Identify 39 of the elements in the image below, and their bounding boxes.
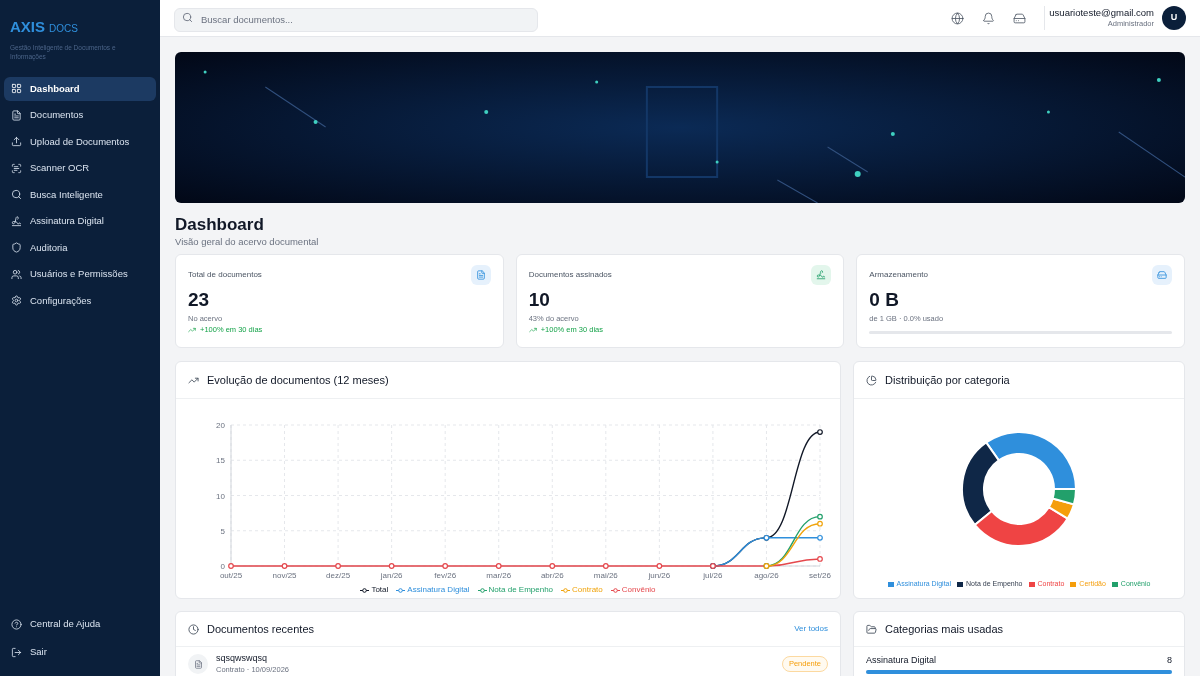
axis-label: 15 — [216, 456, 225, 466]
card-title: Distribuição por categoria — [885, 372, 1010, 388]
card-title: Categorias mais usadas — [885, 621, 1003, 637]
axis-label: mar/26 — [486, 571, 512, 580]
brand-suffix: DOCS — [49, 22, 78, 36]
category-count: 8 — [1167, 654, 1172, 667]
legend-item: Nota de Empenho — [477, 584, 554, 596]
axis-label: nov/25 — [272, 571, 297, 580]
stat-label: Total de documentos — [188, 269, 262, 281]
legend-item: Assinatura Digital — [396, 584, 470, 596]
stat-label: Documentos assinados — [528, 269, 612, 281]
legend-item: Contrato — [561, 584, 603, 596]
axis-label: 0 — [220, 562, 225, 571]
axis-label: out/25 — [219, 571, 243, 580]
axis-label: abr/26 — [540, 571, 564, 580]
axis-label: set/26 — [809, 571, 831, 580]
axis-label: fev/26 — [434, 571, 457, 580]
user-email: usuarioteste@gmail.com — [1049, 7, 1154, 18]
page-subtitle: Visão geral do acervo documental — [175, 236, 320, 248]
brand-name: AXIS — [10, 17, 45, 37]
stat-value: 0 B — [869, 289, 900, 311]
axis-label: 20 — [216, 421, 225, 430]
stat-value: 23 — [188, 289, 211, 311]
page-title: Dashboard — [175, 214, 265, 236]
card-title: Evolução de documentos (12 meses) — [207, 372, 389, 388]
axis-label: dez/25 — [326, 571, 351, 580]
axis-label: jan/26 — [380, 571, 403, 580]
category-name: Assinatura Digital — [866, 654, 937, 667]
axis-label: jul/26 — [703, 571, 723, 580]
axis-label: 10 — [216, 491, 225, 501]
legend-item: Convênio — [610, 584, 656, 596]
stat-value: 10 — [528, 289, 551, 311]
card-title: Documentos recentes — [207, 621, 314, 637]
axis-label: ago/26 — [754, 571, 779, 580]
axis-label: jun/26 — [648, 571, 671, 580]
axis-label: 5 — [220, 526, 225, 536]
axis-label: mai/26 — [593, 571, 618, 580]
legend-item: Total — [360, 584, 389, 596]
stat-label: Armazenamento — [869, 269, 929, 281]
